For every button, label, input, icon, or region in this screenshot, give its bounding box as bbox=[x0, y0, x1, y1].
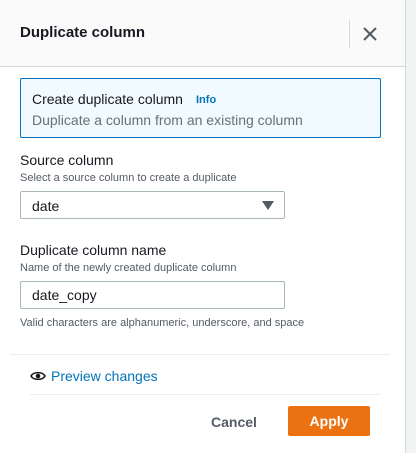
panel-title: Duplicate column bbox=[20, 24, 146, 41]
caret-down-icon bbox=[262, 201, 274, 210]
cancel-button[interactable]: Cancel bbox=[200, 408, 268, 436]
apply-button[interactable]: Apply bbox=[288, 406, 370, 436]
duplicate-column-name-description: Name of the newly created duplicate colu… bbox=[20, 262, 237, 274]
duplicate-column-panel: Duplicate column Create duplicate column… bbox=[0, 0, 416, 453]
info-title: Create duplicate column bbox=[32, 91, 183, 107]
source-column-description: Select a source column to create a dupli… bbox=[20, 172, 237, 184]
panel-header: Duplicate column bbox=[0, 0, 405, 67]
info-alert: Create duplicate column Info Duplicate a… bbox=[20, 78, 381, 138]
duplicate-column-name-input[interactable] bbox=[20, 281, 285, 309]
duplicate-column-name-hint: Valid characters are alphanumeric, under… bbox=[20, 317, 305, 329]
source-column-select[interactable]: date bbox=[20, 191, 285, 219]
duplicate-column-name-label: Duplicate column name bbox=[20, 242, 167, 258]
footer-divider bbox=[30, 394, 380, 395]
source-column-value: date bbox=[32, 198, 60, 214]
preview-changes-link[interactable]: Preview changes bbox=[30, 366, 158, 386]
header-divider bbox=[349, 20, 350, 48]
preview-changes-label: Preview changes bbox=[51, 368, 158, 384]
section-divider bbox=[10, 354, 390, 355]
info-link[interactable]: Info bbox=[196, 94, 216, 106]
close-button[interactable] bbox=[356, 20, 384, 48]
eye-icon bbox=[30, 371, 46, 381]
close-icon bbox=[363, 27, 377, 41]
info-description: Duplicate a column from an existing colu… bbox=[32, 112, 303, 128]
panel-edge bbox=[405, 0, 416, 453]
source-column-label: Source column bbox=[20, 152, 114, 168]
